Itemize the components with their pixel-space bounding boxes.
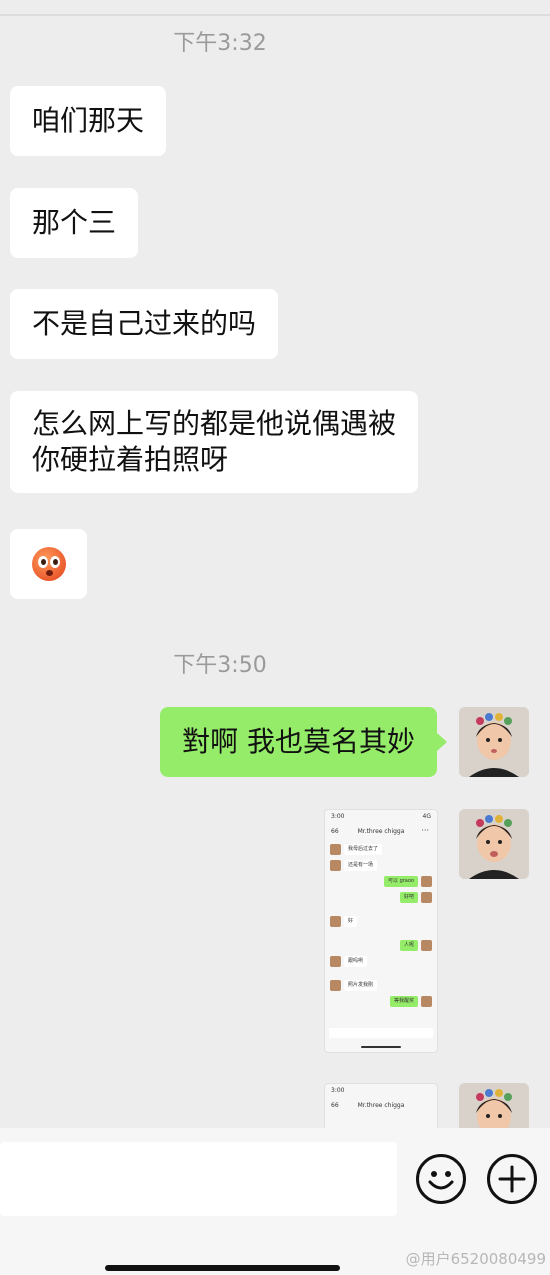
message-input[interactable] <box>0 1142 397 1216</box>
mini-message: 好吧 <box>399 892 418 903</box>
mini-timestamp <box>325 970 437 978</box>
screenshot-image[interactable]: 3:00 4G 66 Mr.three chigga ··· 我母后过去了 还是… <box>324 809 438 1053</box>
timestamp: 下午3:50 <box>173 653 267 678</box>
incoming-message-bubble[interactable]: 咱们那天 <box>10 86 167 156</box>
mini-nav-bar: 66 Mr.three chigga ··· <box>325 824 437 842</box>
mini-message: 跟吗咧 <box>344 956 368 967</box>
mini-message-row: 等我醒奖 <box>325 994 437 1010</box>
mini-message: 照片发我刚 <box>344 980 378 991</box>
avatar[interactable] <box>459 707 529 777</box>
home-indicator <box>105 1265 340 1271</box>
mini-message: 等我醒奖 <box>389 996 418 1007</box>
child-avatar-icon <box>459 1083 529 1128</box>
message-text-line: 怎么网上写的都是他说偶遇被 <box>32 407 397 440</box>
mini-chat-title: Mr.three chigga <box>357 828 405 835</box>
mini-input-bar <box>329 1028 433 1038</box>
screenshot-image[interactable]: 3:00 66 Mr.three chigga <box>324 1083 438 1128</box>
mini-message-row: 可以 graoo <box>325 874 437 890</box>
mini-message-row: 我母后过去了 <box>325 842 437 858</box>
mini-status-network: 4G <box>422 813 431 820</box>
avatar[interactable] <box>459 1083 529 1128</box>
mini-status-time: 3:00 <box>331 813 345 820</box>
mini-home-indicator <box>361 1046 401 1048</box>
mini-message-row: 跟吗咧 <box>325 954 437 970</box>
mini-timestamp <box>325 930 437 938</box>
child-avatar-icon <box>459 707 529 777</box>
mini-message-row: 照片发我刚 <box>325 978 437 994</box>
mini-message-row: 好 <box>325 914 437 930</box>
mini-message-row: 好吧 <box>325 890 437 906</box>
chat-input-bar: @用户6520080499 <box>0 1128 550 1275</box>
mini-message: 可以 graoo <box>383 876 418 887</box>
mini-nav-bar: 66 Mr.three chigga <box>325 1098 437 1116</box>
message-text-line: 你硬拉着拍照呀 <box>32 443 229 476</box>
mini-chat-title: Mr.three chigga <box>357 1102 405 1109</box>
child-avatar-icon <box>459 809 529 879</box>
message-text: 咱们那天 <box>32 104 145 137</box>
mini-message: 还是有一场 <box>344 860 378 871</box>
mini-timestamp <box>325 906 437 914</box>
top-divider <box>0 14 550 16</box>
timestamp: 下午3:32 <box>173 31 267 56</box>
mini-status-time: 3:00 <box>331 1087 345 1094</box>
plus-icon <box>498 1165 526 1193</box>
emoji-smile-icon <box>428 1171 454 1190</box>
outgoing-message-bubble[interactable]: 對啊 我也莫名其妙 <box>160 707 447 777</box>
mini-status-bar: 3:00 <box>325 1084 437 1098</box>
incoming-message-bubble[interactable]: 那个三 <box>10 188 139 258</box>
mini-message-row: 人呢 <box>325 938 437 954</box>
avatar[interactable] <box>459 809 529 879</box>
incoming-message-bubble[interactable]: 不是自己过来的吗 <box>10 289 279 359</box>
emoji-smile-icon[interactable] <box>416 1154 466 1204</box>
mini-message: 人呢 <box>399 940 418 951</box>
incoming-message-bubble[interactable]: 怎么网上写的都是他说偶遇被 你硬拉着拍照呀 <box>10 391 419 493</box>
message-text: 對啊 我也莫名其妙 <box>182 725 415 758</box>
flushed-face-emoji-icon <box>32 547 66 581</box>
message-text: 不是自己过来的吗 <box>32 307 257 340</box>
incoming-emoji-bubble[interactable] <box>10 529 87 599</box>
mini-message: 我母后过去了 <box>344 844 383 855</box>
plus-icon[interactable] <box>487 1154 537 1204</box>
watermark: @用户6520080499 <box>405 1250 546 1268</box>
more-icon: ··· <box>421 826 429 835</box>
mini-message: 好 <box>344 916 358 927</box>
mini-status-bar: 3:00 4G <box>325 810 437 824</box>
mini-message-row: 还是有一场 <box>325 858 437 874</box>
message-text: 那个三 <box>32 206 117 239</box>
